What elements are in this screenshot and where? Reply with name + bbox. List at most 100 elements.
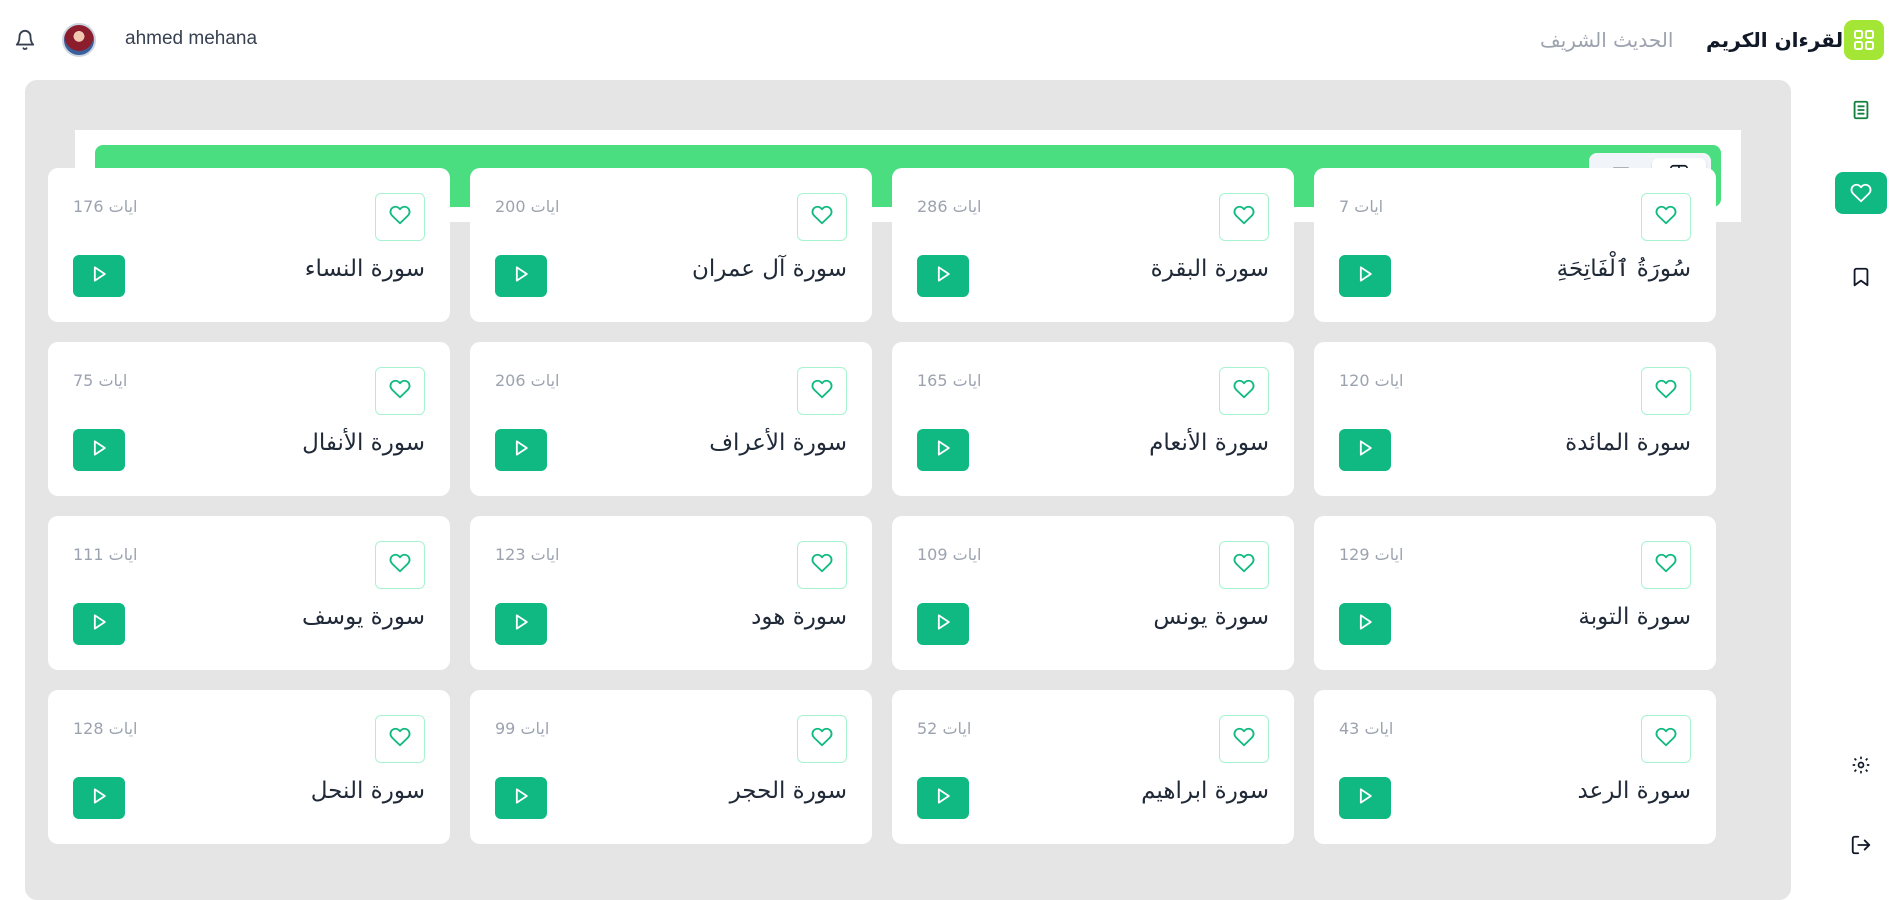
play-icon <box>511 264 531 288</box>
surah-card[interactable]: ايات 200 سورة آل عمران <box>470 168 872 322</box>
surah-name[interactable]: سورة البقرة <box>1151 256 1269 282</box>
favorite-button[interactable] <box>1219 367 1269 415</box>
play-button[interactable] <box>1339 777 1391 819</box>
surah-card[interactable]: ايات 176 سورة النساء <box>48 168 450 322</box>
play-button[interactable] <box>495 429 547 471</box>
ayat-count: ايات 109 <box>917 545 982 564</box>
play-button[interactable] <box>495 603 547 645</box>
nav-hadith[interactable]: الحديث الشريف <box>1540 28 1673 52</box>
surah-card[interactable]: ايات 75 سورة الأنفال <box>48 342 450 496</box>
surah-name[interactable]: سورة النساء <box>305 256 425 282</box>
favorite-button[interactable] <box>1219 193 1269 241</box>
play-button[interactable] <box>495 777 547 819</box>
surah-card[interactable]: ايات 7 سُورَةُ ٱلْفَاتِحَةِ <box>1314 168 1716 322</box>
favorite-button[interactable] <box>1641 367 1691 415</box>
heart-icon <box>1655 552 1677 578</box>
favorite-button[interactable] <box>375 541 425 589</box>
play-button[interactable] <box>1339 255 1391 297</box>
play-button[interactable] <box>73 777 125 819</box>
surah-name[interactable]: سورة الأنفال <box>302 430 425 456</box>
heart-icon <box>1233 204 1255 230</box>
ayat-count: ايات 52 <box>917 719 972 738</box>
favorite-button[interactable] <box>375 715 425 763</box>
surah-name[interactable]: سورة هود <box>751 604 847 630</box>
ayat-count: ايات 120 <box>1339 371 1404 390</box>
play-button[interactable] <box>1339 429 1391 471</box>
quran-book-icon[interactable] <box>1835 89 1887 131</box>
surah-card[interactable]: ايات 120 سورة المائدة <box>1314 342 1716 496</box>
ayat-count: ايات 7 <box>1339 197 1384 216</box>
play-icon <box>89 438 109 462</box>
surah-name[interactable]: سورة آل عمران <box>692 256 847 282</box>
heart-icon <box>1233 552 1255 578</box>
surah-card[interactable]: ايات 43 سورة الرعد <box>1314 690 1716 844</box>
surah-name[interactable]: سُورَةُ ٱلْفَاتِحَةِ <box>1557 256 1691 282</box>
play-button[interactable] <box>917 603 969 645</box>
favorite-button[interactable] <box>797 367 847 415</box>
favorite-button[interactable] <box>375 193 425 241</box>
play-icon <box>511 786 531 810</box>
play-button[interactable] <box>917 255 969 297</box>
surah-name[interactable]: سورة التوبة <box>1578 604 1691 630</box>
heart-icon <box>1233 378 1255 404</box>
surah-card[interactable]: ايات 165 سورة الأنعام <box>892 342 1294 496</box>
heart-icon <box>1655 726 1677 752</box>
play-icon <box>511 438 531 462</box>
play-icon <box>1355 612 1375 636</box>
heart-icon <box>1655 204 1677 230</box>
surah-card[interactable]: ايات 111 سورة يوسف <box>48 516 450 670</box>
favorites-heart-icon[interactable] <box>1835 172 1887 214</box>
surah-card[interactable]: ايات 206 سورة الأعراف <box>470 342 872 496</box>
heart-icon <box>811 552 833 578</box>
ayat-count: ايات 206 <box>495 371 560 390</box>
nav-quran[interactable]: القرءان الكريم <box>1706 28 1850 52</box>
settings-gear-icon[interactable] <box>1835 744 1887 786</box>
surah-name[interactable]: سورة يوسف <box>302 604 425 630</box>
surah-name[interactable]: سورة الرعد <box>1577 778 1691 804</box>
surah-card[interactable]: ايات 52 سورة ابراهيم <box>892 690 1294 844</box>
surah-grid: ايات 7 سُورَةُ ٱلْفَاتِحَةِ ايات 286 سورة ا… <box>48 168 1716 844</box>
ayat-count: ايات 129 <box>1339 545 1404 564</box>
bell-icon[interactable] <box>14 29 36 51</box>
play-icon <box>933 438 953 462</box>
play-button[interactable] <box>495 255 547 297</box>
favorite-button[interactable] <box>375 367 425 415</box>
play-button[interactable] <box>73 255 125 297</box>
surah-name[interactable]: سورة المائدة <box>1565 430 1691 456</box>
surah-card[interactable]: ايات 129 سورة التوبة <box>1314 516 1716 670</box>
avatar[interactable] <box>62 23 96 57</box>
surah-card[interactable]: ايات 99 سورة الحجر <box>470 690 872 844</box>
logout-icon[interactable] <box>1835 824 1887 866</box>
bookmark-icon[interactable] <box>1835 256 1887 298</box>
play-button[interactable] <box>917 429 969 471</box>
favorite-button[interactable] <box>797 715 847 763</box>
username[interactable]: ahmed mehana <box>125 28 257 50</box>
favorite-button[interactable] <box>1219 715 1269 763</box>
heart-icon <box>1655 378 1677 404</box>
app-logo-icon[interactable] <box>1844 20 1884 60</box>
surah-name[interactable]: سورة النحل <box>311 778 425 804</box>
surah-card[interactable]: ايات 109 سورة يونس <box>892 516 1294 670</box>
surah-name[interactable]: سورة الأعراف <box>709 430 847 456</box>
surah-card[interactable]: ايات 123 سورة هود <box>470 516 872 670</box>
surah-card[interactable]: ايات 128 سورة النحل <box>48 690 450 844</box>
favorite-button[interactable] <box>797 541 847 589</box>
surah-name[interactable]: سورة يونس <box>1153 604 1269 630</box>
play-button[interactable] <box>917 777 969 819</box>
surah-name[interactable]: سورة ابراهيم <box>1141 778 1269 804</box>
play-button[interactable] <box>1339 603 1391 645</box>
surah-card[interactable]: ايات 286 سورة البقرة <box>892 168 1294 322</box>
surah-name[interactable]: سورة الحجر <box>730 778 847 804</box>
favorite-button[interactable] <box>797 193 847 241</box>
play-icon <box>89 264 109 288</box>
heart-icon <box>389 726 411 752</box>
favorite-button[interactable] <box>1641 715 1691 763</box>
favorite-button[interactable] <box>1641 541 1691 589</box>
surah-name[interactable]: سورة الأنعام <box>1149 430 1269 456</box>
heart-icon <box>1233 726 1255 752</box>
favorite-button[interactable] <box>1641 193 1691 241</box>
play-button[interactable] <box>73 603 125 645</box>
ayat-count: ايات 123 <box>495 545 560 564</box>
favorite-button[interactable] <box>1219 541 1269 589</box>
play-button[interactable] <box>73 429 125 471</box>
